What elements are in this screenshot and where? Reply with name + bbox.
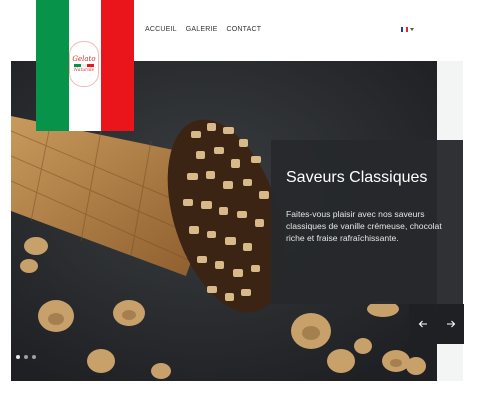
carousel-indicator[interactable] — [24, 355, 28, 359]
nav-link-galerie[interactable]: GALERIE — [186, 26, 218, 33]
carousel-next-button[interactable] — [437, 304, 464, 344]
chevron-down-icon — [410, 28, 414, 31]
carousel-prev-button[interactable] — [409, 304, 436, 344]
slide-title: Saveurs Classiques — [286, 169, 428, 186]
slide-description: Faites-vous plaisir avec nos saveurs cla… — [286, 209, 442, 243]
nav-link-contact[interactable]: CONTACT — [227, 26, 262, 33]
french-flag-icon — [401, 27, 408, 32]
carousel-indicator[interactable] — [32, 355, 36, 359]
carousel-indicators — [16, 355, 36, 359]
arrow-right-icon — [446, 320, 455, 328]
page-gutter — [463, 61, 500, 401]
gelato-logo[interactable]: Gelato Naturale — [69, 41, 99, 87]
carousel-indicator[interactable] — [16, 355, 20, 359]
language-selector[interactable] — [401, 27, 414, 32]
arrow-left-icon — [418, 320, 427, 328]
nav-link-accueil[interactable]: ACCUEIL — [145, 26, 177, 33]
main-nav: ACCUEIL GALERIE CONTACT — [145, 26, 261, 33]
